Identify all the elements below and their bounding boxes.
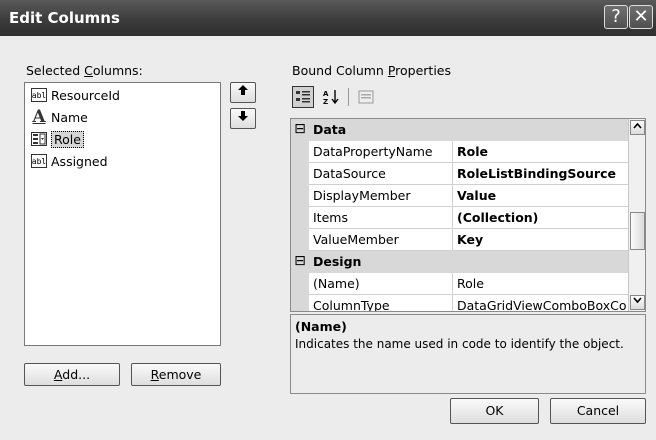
list-item-resourceid[interactable]: abl ResourceId <box>31 85 120 105</box>
property-value[interactable]: DataGridViewComboBoxCo <box>453 295 628 311</box>
alphabetical-sort-icon[interactable]: AZ <box>320 86 342 108</box>
category-row-design[interactable]: ⊟ Design <box>291 251 628 273</box>
scroll-thumb[interactable] <box>630 212 645 250</box>
property-value[interactable]: (Collection) <box>453 207 628 229</box>
arrow-down-icon <box>237 110 249 126</box>
list-item-label: ResourceId <box>51 87 120 103</box>
property-name: DataSource <box>309 163 453 185</box>
property-value[interactable]: Key <box>453 229 628 251</box>
chevron-down-icon <box>633 297 642 304</box>
ok-button[interactable]: OK <box>450 398 539 424</box>
category-label: Design <box>313 254 362 269</box>
property-row-datasource[interactable]: DataSource RoleListBindingSource <box>291 163 628 185</box>
property-name: DisplayMember <box>309 185 453 207</box>
property-row-name[interactable]: (Name) Role <box>291 273 628 295</box>
bound-column-properties-label: Bound Column Properties <box>292 63 452 78</box>
dialog-body: Selected Columns: abl ResourceId A Name … <box>0 36 656 440</box>
move-up-button[interactable] <box>230 82 256 103</box>
cancel-button[interactable]: Cancel <box>550 398 646 424</box>
collapse-icon[interactable]: ⊟ <box>291 119 309 141</box>
categorized-icon[interactable] <box>292 86 314 108</box>
selected-columns-list[interactable]: abl ResourceId A Name Role abl Assigned <box>24 82 221 346</box>
property-grid-scrollbar[interactable] <box>628 119 645 311</box>
description-text: Indicates the name used in code to ident… <box>295 337 624 351</box>
row-margin <box>291 207 309 229</box>
list-item-assigned[interactable]: abl Assigned <box>31 151 108 171</box>
title-bar: Edit Columns ? ✕ <box>0 0 656 36</box>
textbox-column-icon: abl <box>31 88 47 102</box>
row-margin <box>291 229 309 251</box>
chevron-up-icon <box>633 122 642 129</box>
collapse-icon[interactable]: ⊟ <box>291 251 309 273</box>
property-row-datapropertyname[interactable]: DataPropertyName Role <box>291 141 628 163</box>
property-row-items[interactable]: Items (Collection) <box>291 207 628 229</box>
selected-columns-label: Selected Columns: <box>26 63 143 78</box>
property-name: ValueMember <box>309 229 453 251</box>
property-value[interactable]: Role <box>453 273 628 295</box>
window-title: Edit Columns <box>9 9 120 27</box>
list-item-name[interactable]: A Name <box>31 107 88 127</box>
category-label: Data <box>313 122 347 137</box>
category-row-data[interactable]: ⊟ Data <box>291 119 628 141</box>
row-margin <box>291 141 309 163</box>
arrow-up-icon <box>237 84 249 100</box>
row-margin <box>291 273 309 295</box>
property-value[interactable]: Value <box>453 185 628 207</box>
svg-text:Z: Z <box>323 98 328 105</box>
textbox-column-icon: abl <box>31 154 47 168</box>
property-name: (Name) <box>309 273 453 295</box>
svg-text:A: A <box>323 90 329 98</box>
property-row-valuemember[interactable]: ValueMember Key <box>291 229 628 251</box>
property-pages-icon[interactable] <box>355 86 377 108</box>
property-row-displaymember[interactable]: DisplayMember Value <box>291 185 628 207</box>
toolbar-separator <box>348 88 349 106</box>
property-name: Items <box>309 207 453 229</box>
list-item-label: Name <box>51 109 88 125</box>
combobox-column-icon <box>31 132 47 146</box>
add-button[interactable]: Add... <box>24 363 120 386</box>
row-margin <box>291 163 309 185</box>
property-name: ColumnType <box>309 295 453 311</box>
move-down-button[interactable] <box>230 108 256 129</box>
close-icon: ✕ <box>633 6 649 27</box>
property-row-columntype[interactable]: ColumnType DataGridViewComboBoxCo <box>291 295 628 311</box>
property-grid-toolbar: AZ <box>292 83 377 111</box>
property-value[interactable]: Role <box>453 141 628 163</box>
property-description-panel: (Name) Indicates the name used in code t… <box>290 314 646 394</box>
help-icon: ? <box>611 6 621 27</box>
remove-button[interactable]: Remove <box>131 363 221 386</box>
list-item-label: Role <box>51 130 84 148</box>
property-name: DataPropertyName <box>309 141 453 163</box>
close-button[interactable]: ✕ <box>629 5 653 29</box>
scroll-up-button[interactable] <box>630 120 645 135</box>
help-button[interactable]: ? <box>604 5 628 29</box>
description-title: (Name) <box>295 319 347 334</box>
property-grid[interactable]: ⊟ Data DataPropertyName Role DataSource … <box>290 118 646 312</box>
list-item-label: Assigned <box>51 153 108 169</box>
label-column-icon: A <box>32 107 46 127</box>
row-margin <box>291 295 309 311</box>
scroll-down-button[interactable] <box>630 295 645 310</box>
list-item-role[interactable]: Role <box>31 129 84 149</box>
property-value[interactable]: RoleListBindingSource <box>453 163 628 185</box>
row-margin <box>291 185 309 207</box>
